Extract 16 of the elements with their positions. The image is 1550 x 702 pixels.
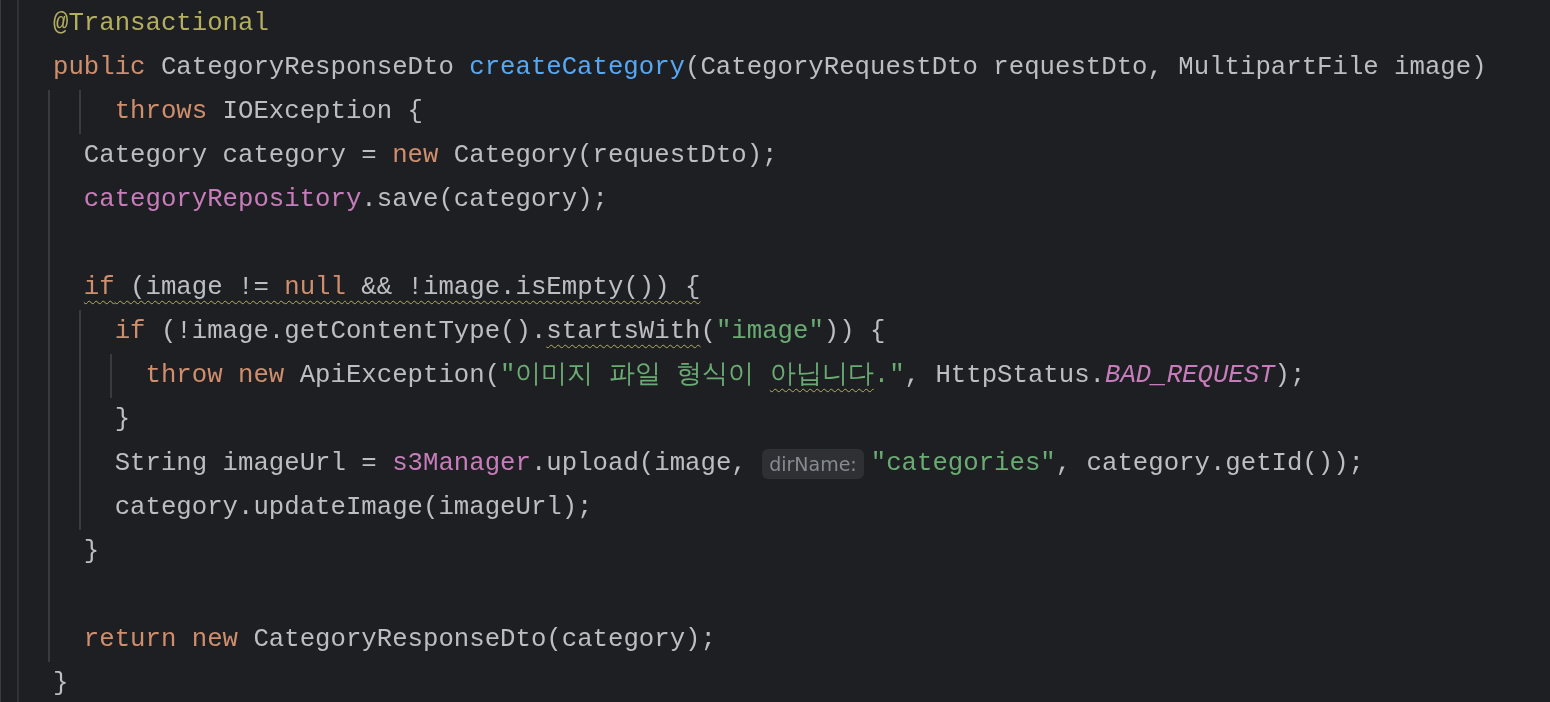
code-line: throws IOException { bbox=[113, 95, 423, 128]
code-line: categoryRepository.save(category); bbox=[82, 183, 608, 216]
code-line: category.updateImage(imageUrl); bbox=[113, 491, 593, 524]
code-line: return new CategoryResponseDto(category); bbox=[82, 623, 716, 656]
code-line: } bbox=[53, 667, 69, 700]
parameter-hint: dirName: bbox=[762, 448, 864, 480]
code-line: Category category = new Category(requestDto); bbox=[82, 139, 778, 172]
code-line: String imageUrl = s3Manager.upload(image, bbox=[113, 447, 748, 480]
code-line: } bbox=[82, 535, 100, 568]
code-line: "categories", category.getId()); bbox=[870, 447, 1365, 480]
code-line: @Transactional bbox=[53, 7, 269, 40]
code-line: if (image != null && !image.isEmpty()) { bbox=[82, 271, 701, 304]
code-line: if (!image.getContentType().startsWith("image")) { bbox=[113, 315, 886, 348]
code-line: public CategoryResponseDto createCategory(CategoryRequestDto requestDto, MultipartFile image) bbox=[53, 51, 1487, 84]
code-line: } bbox=[113, 403, 131, 436]
code-line: throw new ApiException("이미지 파일 형식이 아닙니다.", HttpStatus.BAD_REQUEST); bbox=[144, 359, 1306, 392]
